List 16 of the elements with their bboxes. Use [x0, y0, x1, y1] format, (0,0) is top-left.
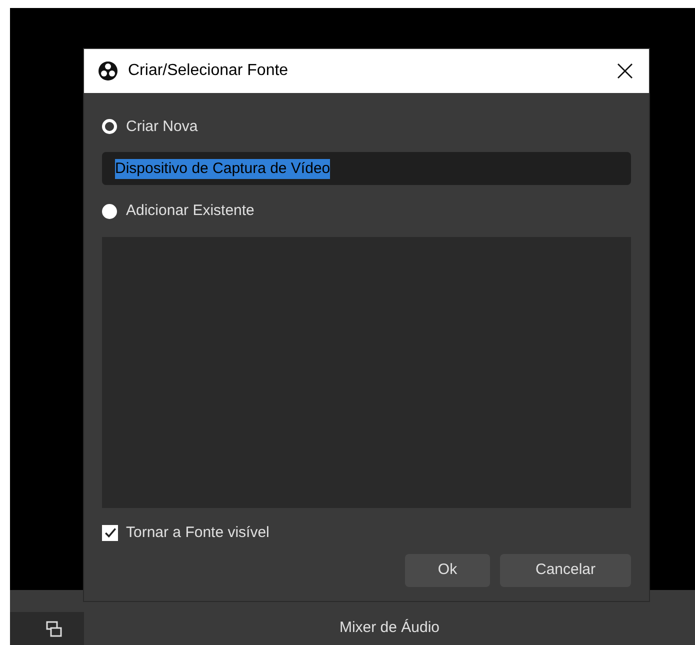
- name-input-field[interactable]: Dispositivo de Captura de Vídeo: [102, 152, 631, 185]
- radio-label: Adicionar Existente: [126, 201, 254, 221]
- dialog-button[interactable]: Cancelar: [500, 554, 631, 587]
- dialog-button[interactable]: Ok: [405, 554, 490, 587]
- windows-icon[interactable]: [46, 620, 62, 636]
- app-logo-icon: [98, 60, 118, 81]
- checkmark-icon: [104, 526, 116, 540]
- radio-button[interactable]: [102, 204, 117, 219]
- checkbox-label: Tornar a Fonte visível: [126, 522, 270, 542]
- window-title: Criar/Selecionar Fonte: [128, 60, 290, 81]
- radio-label: Criar Nova: [126, 116, 198, 136]
- dock-title: Mixer de Áudio: [84, 612, 695, 645]
- close-icon[interactable]: [617, 62, 633, 79]
- checkbox[interactable]: [102, 524, 118, 541]
- selected-text: Dispositivo de Captura de Vídeo: [115, 158, 330, 178]
- radio-button[interactable]: [102, 119, 117, 134]
